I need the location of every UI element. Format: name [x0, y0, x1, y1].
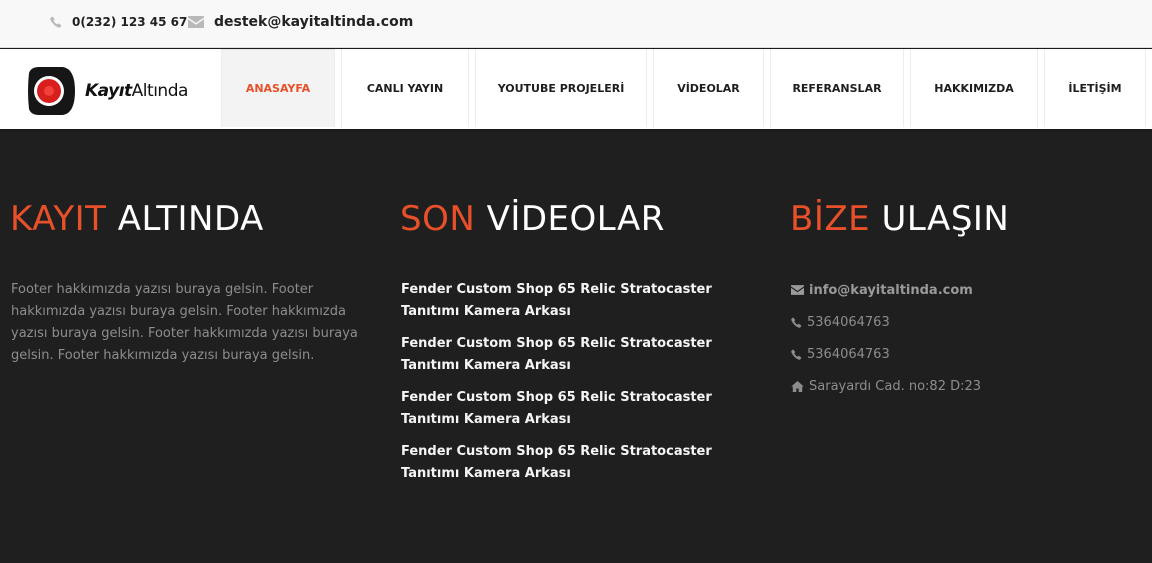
contact-phone-1: 5364064763 — [791, 311, 1121, 333]
about-title-rest: ALTINDA — [117, 199, 264, 239]
footer-contact-heading: BİZE ULAŞIN — [790, 195, 1009, 243]
topbar-email-text[interactable]: destek@kayitaltinda.com — [214, 14, 413, 30]
contact-title: BİZE ULAŞIN — [790, 195, 1009, 243]
topbar-phone-text: 0(232) 123 45 67 — [72, 15, 188, 29]
nav-label: YOUTUBE PROJELERİ — [497, 81, 625, 95]
envelope-icon — [188, 16, 204, 28]
nav-item-canli-yayin[interactable]: CANLI YAYIN — [341, 49, 469, 127]
topbar-phone: 0(232) 123 45 67 — [50, 0, 187, 44]
video-link[interactable]: Fender Custom Shop 65 Relic Stratocaster… — [401, 279, 771, 323]
phone-icon — [791, 317, 802, 328]
logo-text: KayıtAltında — [85, 81, 188, 101]
phone-icon — [791, 349, 802, 360]
home-icon — [791, 380, 804, 392]
videos-title: SON VİDEOLAR — [400, 195, 665, 243]
contact-phone-2: 5364064763 — [791, 343, 1121, 365]
nav-item-hakkimizda[interactable]: HAKKIMIZDA — [910, 49, 1038, 127]
footer-about-heading: KAYIT ALTINDA — [10, 195, 264, 243]
video-list: Fender Custom Shop 65 Relic Stratocaster… — [401, 279, 771, 495]
contact-address-text: Sarayardı Cad. no:82 D:23 — [809, 378, 982, 394]
logo-text-light: Altında — [131, 81, 189, 101]
nav-item-anasayfa[interactable]: ANASAYFA — [221, 49, 335, 127]
nav-label: CANLI YAYIN — [366, 81, 444, 95]
about-text: Footer hakkımızda yazısı buraya gelsin. … — [11, 282, 358, 363]
nav-label: ANASAYFA — [245, 82, 311, 95]
nav-label: VİDEOLAR — [677, 81, 740, 95]
logo-text-bold: Kayıt — [85, 81, 132, 101]
video-link[interactable]: Fender Custom Shop 65 Relic Stratocaster… — [401, 441, 771, 485]
contact-email[interactable]: info@kayitaltinda.com — [791, 279, 1121, 301]
contact-email-text[interactable]: info@kayitaltinda.com — [809, 283, 973, 298]
video-link[interactable]: Fender Custom Shop 65 Relic Stratocaster… — [401, 387, 771, 431]
contact-list: info@kayitaltinda.com 5364064763 5364064… — [791, 279, 1121, 407]
nav-item-iletisim[interactable]: İLETİŞİM — [1044, 49, 1146, 127]
record-logo-icon — [25, 65, 77, 117]
contact-title-rest: ULAŞIN — [881, 199, 1010, 239]
videos-title-accent: SON — [400, 199, 476, 239]
phone-icon — [50, 16, 62, 28]
site-header: KayıtAltında ANASAYFA CANLI YAYIN YOUTUB… — [0, 49, 1152, 129]
contact-phone-2-text: 5364064763 — [807, 346, 890, 362]
nav-label: HAKKIMIZDA — [934, 81, 1014, 95]
nav-label: İLETİŞİM — [1068, 81, 1122, 95]
footer-videos-heading: SON VİDEOLAR — [400, 195, 665, 243]
video-link[interactable]: Fender Custom Shop 65 Relic Stratocaster… — [401, 333, 771, 377]
contact-title-accent: BİZE — [790, 199, 871, 239]
top-bar: 0(232) 123 45 67 destek@kayitaltinda.com — [0, 0, 1152, 48]
videos-title-rest: VİDEOLAR — [486, 199, 665, 239]
nav-item-referanslar[interactable]: REFERANSLAR — [770, 49, 904, 127]
contact-address: Sarayardı Cad. no:82 D:23 — [791, 375, 1121, 397]
nav-item-videolar[interactable]: VİDEOLAR — [653, 49, 764, 127]
nav-label: REFERANSLAR — [792, 81, 882, 95]
about-title: KAYIT ALTINDA — [10, 195, 264, 243]
about-title-accent: KAYIT — [10, 199, 107, 239]
topbar-email[interactable]: destek@kayitaltinda.com — [188, 0, 413, 44]
envelope-icon — [791, 285, 804, 295]
site-logo[interactable]: KayıtAltında — [25, 63, 195, 119]
contact-phone-1-text: 5364064763 — [807, 314, 890, 330]
nav-item-youtube-projeleri[interactable]: YOUTUBE PROJELERİ — [475, 49, 647, 127]
